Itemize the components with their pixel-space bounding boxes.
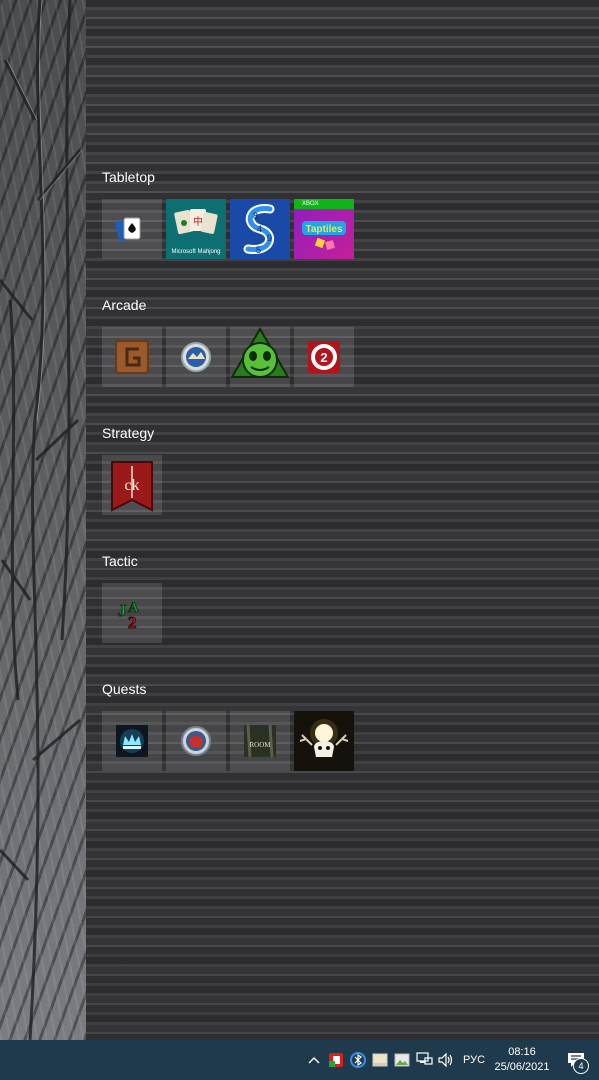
svg-text:中: 中 — [193, 215, 203, 228]
notification-count-badge: 4 — [573, 1058, 589, 1074]
input-language-indicator[interactable]: РУС — [457, 1040, 491, 1080]
glowing-crown-icon — [116, 725, 148, 757]
shield-orb-icon — [181, 726, 211, 756]
tile-ja2[interactable]: J A 2 — [102, 583, 162, 643]
the-room-icon: ROOM — [244, 725, 276, 757]
group-title-tactic[interactable]: Tactic — [102, 551, 582, 571]
tile-solitaire[interactable] — [102, 199, 162, 259]
system-tray: РУС 08:16 25/06/2021 4 — [303, 1040, 599, 1080]
group-title-tabletop[interactable]: Tabletop — [102, 167, 582, 187]
svg-text:2: 2 — [128, 613, 137, 630]
tile-the-room[interactable]: ROOM — [230, 711, 290, 771]
svg-text:8: 8 — [253, 211, 258, 221]
volume-icon[interactable] — [435, 1040, 457, 1080]
group-title-arcade[interactable]: Arcade — [102, 295, 582, 315]
tile-wooden-g-game[interactable] — [102, 327, 162, 387]
crusader-kings-banner-icon: ck — [111, 461, 153, 512]
tile-microsoft-mahjong[interactable]: 中 Microsoft Mahjong — [166, 199, 226, 259]
svg-text:5: 5 — [256, 245, 261, 255]
wooden-g-game-icon — [115, 340, 149, 374]
svg-text:9: 9 — [267, 233, 272, 243]
tile-casino-chip-2[interactable]: 2 — [294, 327, 354, 387]
green-frog-icon — [230, 327, 290, 378]
show-hidden-icons-chevron[interactable] — [303, 1040, 325, 1080]
clock-time: 08:16 — [508, 1046, 536, 1058]
tile-green-frog-game[interactable] — [230, 327, 290, 387]
tile-group-tactic: Tactic J A 2 — [102, 551, 582, 643]
xbox-badge: XBOX — [294, 199, 354, 209]
solitaire-cards-icon — [115, 217, 141, 242]
bluetooth-arrow-icon[interactable] — [347, 1040, 369, 1080]
tile-shield-orb[interactable] — [166, 711, 226, 771]
tile-caption: Microsoft Mahjong — [171, 249, 221, 255]
action-center-button[interactable]: 4 — [553, 1040, 599, 1080]
chip-label: 2 — [320, 350, 327, 365]
svg-text:4: 4 — [257, 224, 262, 234]
tile-glowing-crown[interactable] — [102, 711, 162, 771]
tile-group-quests: Quests ROOM — [102, 679, 582, 771]
network-icon[interactable] — [413, 1040, 435, 1080]
taskbar: РУС 08:16 25/06/2021 4 — [0, 1040, 599, 1080]
tile-white-spirit[interactable] — [294, 711, 354, 771]
casino-chip-2-icon: 2 — [308, 341, 340, 373]
tile-group-tabletop: Tabletop 中 Microsoft Mahjong 8 4 9 5 XBO… — [102, 167, 582, 259]
taptiles-brand: Taptiles — [305, 224, 342, 235]
start-menu-tile-area — [86, 0, 599, 1040]
clock[interactable]: 08:16 25/06/2021 — [491, 1040, 553, 1080]
ja2-game-icon: J A 2 — [118, 600, 140, 631]
window-app-icon[interactable] — [369, 1040, 391, 1080]
tile-pinball[interactable] — [166, 327, 226, 387]
tile-group-strategy: Strategy ck — [102, 423, 582, 515]
ck-label: ck — [124, 477, 139, 494]
desktop-wallpaper — [0, 0, 86, 1040]
clock-date: 25/06/2021 — [494, 1061, 550, 1073]
recording-app-icon[interactable] — [325, 1040, 347, 1080]
pinball-orb-icon — [181, 342, 211, 372]
tile-taptiles[interactable]: XBOX Taptiles — [294, 199, 354, 259]
tile-crusader-kings[interactable]: ck — [102, 455, 162, 515]
tile-sudoku[interactable]: 8 4 9 5 — [230, 199, 290, 259]
tile-group-arcade: Arcade 2 — [102, 295, 582, 387]
group-title-strategy[interactable]: Strategy — [102, 423, 582, 443]
group-title-quests[interactable]: Quests — [102, 679, 582, 699]
room-label: ROOM — [249, 741, 271, 749]
image-app-icon[interactable] — [391, 1040, 413, 1080]
white-spirit-skull-icon — [299, 719, 349, 757]
sudoku-icon: 8 4 9 5 — [243, 204, 275, 255]
svg-text:J: J — [118, 601, 127, 620]
